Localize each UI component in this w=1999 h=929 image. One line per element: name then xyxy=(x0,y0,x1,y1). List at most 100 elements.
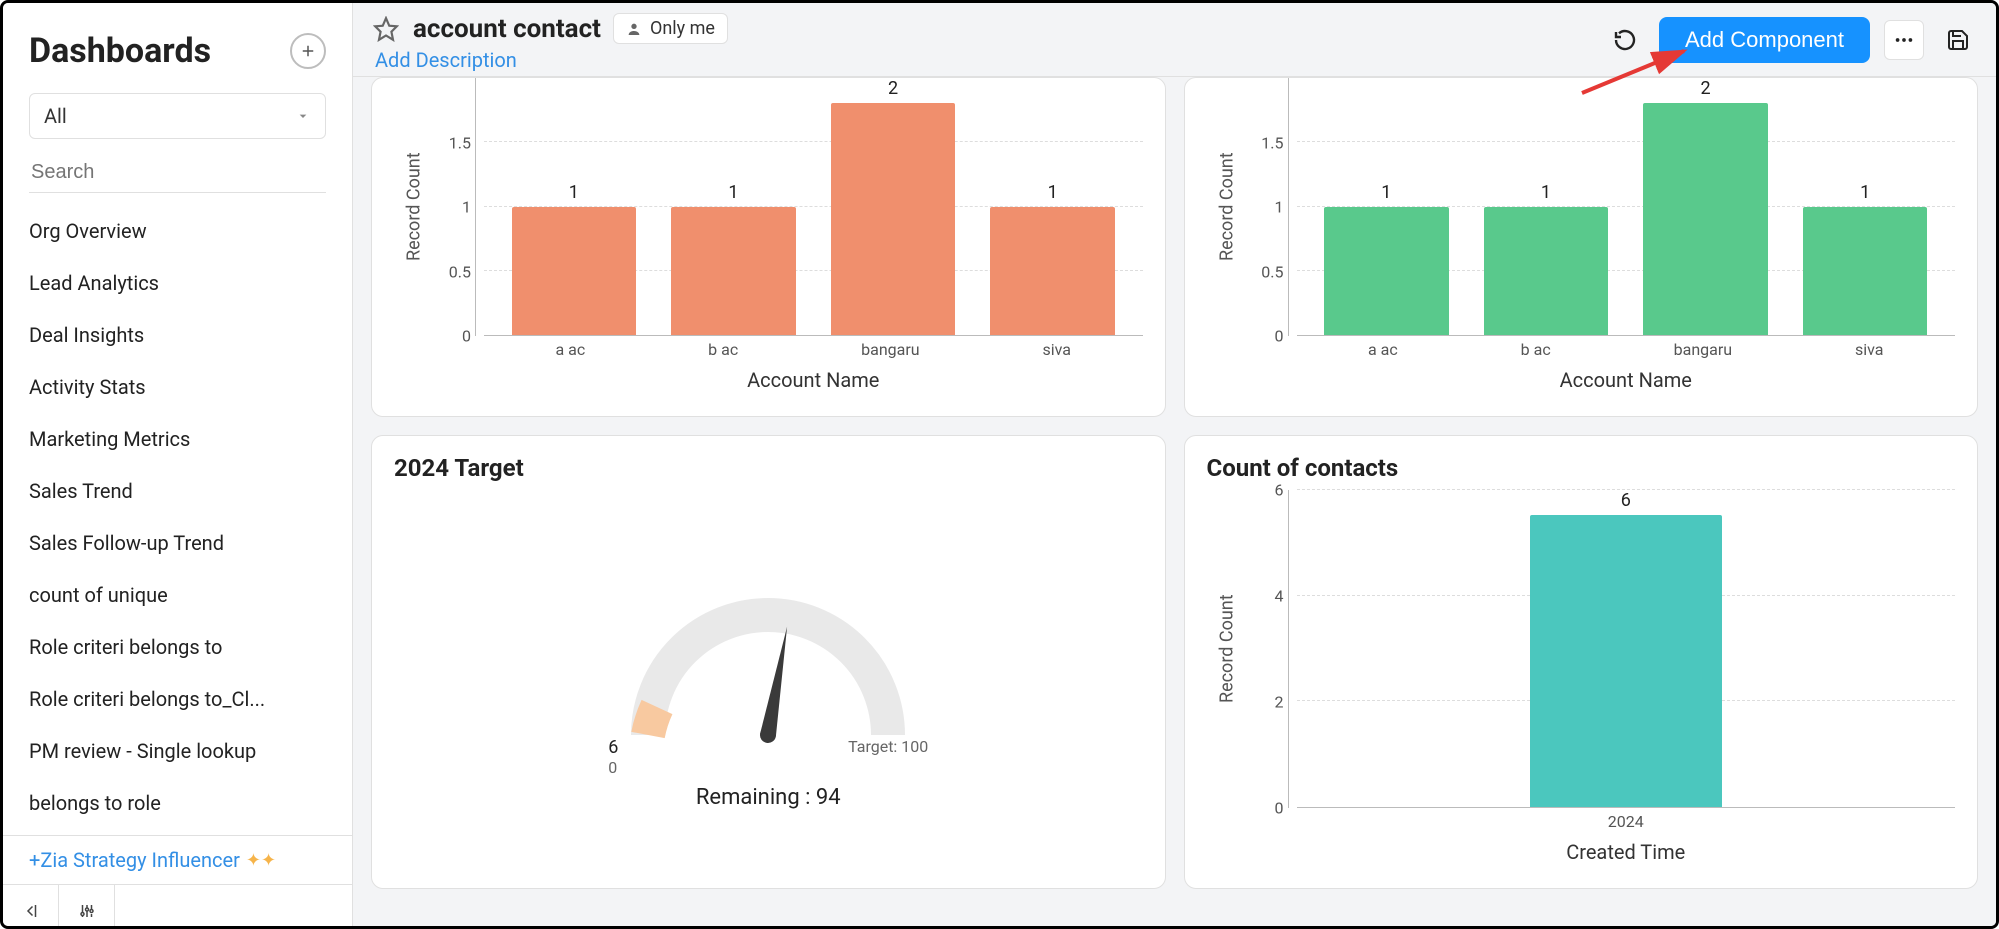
sidebar-item[interactable]: Deal Insights xyxy=(3,309,352,361)
sidebar: Dashboards All Org Overview Lead Analyti… xyxy=(3,3,353,929)
chart-bar xyxy=(671,207,796,336)
chart-plot-area: 1121 xyxy=(484,78,1143,336)
chart-x-tick: b ac xyxy=(708,340,738,364)
chart-bar xyxy=(831,103,956,335)
sidebar-item[interactable]: Role criteri belongs to xyxy=(3,621,352,673)
refresh-icon xyxy=(1613,28,1637,52)
collapse-sidebar-button[interactable] xyxy=(3,885,59,929)
chart-x-ticks: a acb acbangarusiva xyxy=(1297,336,1956,364)
chart-x-ticks: a acb acbangarusiva xyxy=(484,336,1143,364)
gauge-target-label: Target: 100 xyxy=(848,737,928,777)
chart-bar-value: 1 xyxy=(1541,182,1551,203)
chart-x-tick: 2024 xyxy=(1608,812,1644,836)
bar-chart: Record Count00.511.51121a acb acbangarus… xyxy=(394,78,1143,398)
chart-bar-value: 1 xyxy=(728,182,738,203)
sharing-label: Only me xyxy=(650,18,715,39)
sidebar-list: Org Overview Lead Analytics Deal Insight… xyxy=(3,199,352,835)
chart-y-tick: 1 xyxy=(462,198,471,217)
main: account contact Only me Add Description … xyxy=(353,3,1996,929)
chart-y-axis: 00.511.5 xyxy=(442,78,476,336)
sliders-icon xyxy=(78,902,96,920)
chart-x-label: Account Name xyxy=(1297,364,1956,398)
sidebar-footer xyxy=(3,884,352,929)
chart-y-tick: 6 xyxy=(1275,481,1284,500)
chart-card-accounts-orange: Record Count00.511.51121a acb acbangarus… xyxy=(371,77,1166,417)
sidebar-item[interactable]: Org Overview xyxy=(3,205,352,257)
chart-bar xyxy=(1484,207,1609,336)
favorite-toggle[interactable] xyxy=(371,14,401,44)
chart-bar xyxy=(1643,103,1768,335)
chart-bar-value: 1 xyxy=(1048,182,1058,203)
chart-y-axis: 0246 xyxy=(1255,490,1289,808)
sidebar-item[interactable]: PM review - Single lookup xyxy=(3,725,352,777)
sidebar-item[interactable]: Marketing Metrics xyxy=(3,413,352,465)
more-horizontal-icon xyxy=(1893,29,1915,51)
chart-bar xyxy=(990,207,1115,336)
chart-y-label: Record Count xyxy=(394,78,434,336)
chart-bar xyxy=(1803,207,1928,336)
gauge-remaining-label: Remaining : 94 xyxy=(696,785,841,810)
chart-bar-value: 1 xyxy=(569,182,579,203)
chart-y-axis: 00.511.5 xyxy=(1255,78,1289,336)
zia-strategy-label: +Zia Strategy Influencer xyxy=(29,848,240,872)
sidebar-item[interactable]: belongs to role xyxy=(3,777,352,829)
chart-plot-area: 1121 xyxy=(1297,78,1956,336)
create-dashboard-button[interactable] xyxy=(290,33,326,69)
chart-bar xyxy=(512,207,637,336)
chart-y-tick: 0 xyxy=(1275,799,1284,818)
chart-y-label: Record Count xyxy=(1207,78,1247,336)
chart-y-tick: 1.5 xyxy=(449,133,471,152)
chart-plot-area: 6 xyxy=(1297,490,1956,808)
add-description-link[interactable]: Add Description xyxy=(371,48,728,72)
sidebar-item[interactable]: count of unique xyxy=(3,569,352,621)
plus-icon xyxy=(299,42,317,60)
bar-chart: Record Count024662024Created Time xyxy=(1207,490,1956,870)
gauge-chart xyxy=(608,565,928,765)
sparkle-icon: ✦✦ xyxy=(246,850,276,871)
add-component-button[interactable]: Add Component xyxy=(1659,17,1870,63)
chart-x-tick: siva xyxy=(1043,340,1071,364)
star-icon xyxy=(373,16,399,42)
sidebar-item[interactable]: Sales Trend xyxy=(3,465,352,517)
more-actions-button[interactable] xyxy=(1884,20,1924,60)
gauge-min-label: 0 xyxy=(608,758,617,777)
sidebar-item[interactable]: Role criteri belongs to_Cl... xyxy=(3,673,352,725)
gauge-card-target: 2024 Target xyxy=(371,435,1166,889)
sidebar-filter-select[interactable]: All xyxy=(29,93,326,139)
card-title: Count of contacts xyxy=(1207,454,1956,482)
save-layout-button[interactable] xyxy=(1938,20,1978,60)
chart-card-accounts-green: Record Count00.511.51121a acb acbangarus… xyxy=(1184,77,1979,417)
chart-y-tick: 1 xyxy=(1275,198,1284,217)
topbar: account contact Only me Add Description … xyxy=(353,3,1996,77)
sidebar-search-input[interactable] xyxy=(29,153,326,193)
settings-sliders-button[interactable] xyxy=(59,885,115,929)
sidebar-item[interactable]: Activity Stats xyxy=(3,361,352,413)
chart-y-tick: 4 xyxy=(1275,587,1284,606)
chart-bar xyxy=(1324,207,1449,336)
chart-y-tick: 0 xyxy=(1275,327,1284,346)
chart-y-tick: 2 xyxy=(1275,693,1284,712)
chart-bar-value: 2 xyxy=(1701,78,1711,99)
zia-strategy-link[interactable]: +Zia Strategy Influencer ✦✦ xyxy=(3,835,352,884)
sidebar-item[interactable]: Sales Follow-up Trend xyxy=(3,517,352,569)
sharing-chip[interactable]: Only me xyxy=(613,13,728,44)
chevron-down-icon xyxy=(295,108,311,124)
sidebar-item[interactable]: Lead Analytics xyxy=(3,257,352,309)
chart-bar xyxy=(1530,515,1722,807)
chart-y-tick: 0.5 xyxy=(1261,262,1283,281)
dashboard-title: account contact xyxy=(413,14,601,44)
sidebar-filter-value: All xyxy=(44,104,67,128)
gauge-current-value: 6 xyxy=(608,737,618,758)
chart-card-contacts: Count of contacts Record Count024662024C… xyxy=(1184,435,1979,889)
chart-x-tick: siva xyxy=(1855,340,1883,364)
card-title: 2024 Target xyxy=(394,454,1143,482)
chart-x-tick: a ac xyxy=(1368,340,1398,364)
refresh-button[interactable] xyxy=(1605,20,1645,60)
dashboard-canvas: Record Count 0 0.5 1 1.5 1 1 2 1 a acb acbangarus… xyxy=(353,77,1996,929)
chart-x-label: Account Name xyxy=(484,364,1143,398)
chart-x-tick: b ac xyxy=(1521,340,1551,364)
chart-x-ticks: 2024 xyxy=(1297,808,1956,836)
chart-y-tick: 0.5 xyxy=(449,262,471,281)
chart-bar-value: 1 xyxy=(1860,182,1870,203)
save-icon xyxy=(1946,28,1970,52)
